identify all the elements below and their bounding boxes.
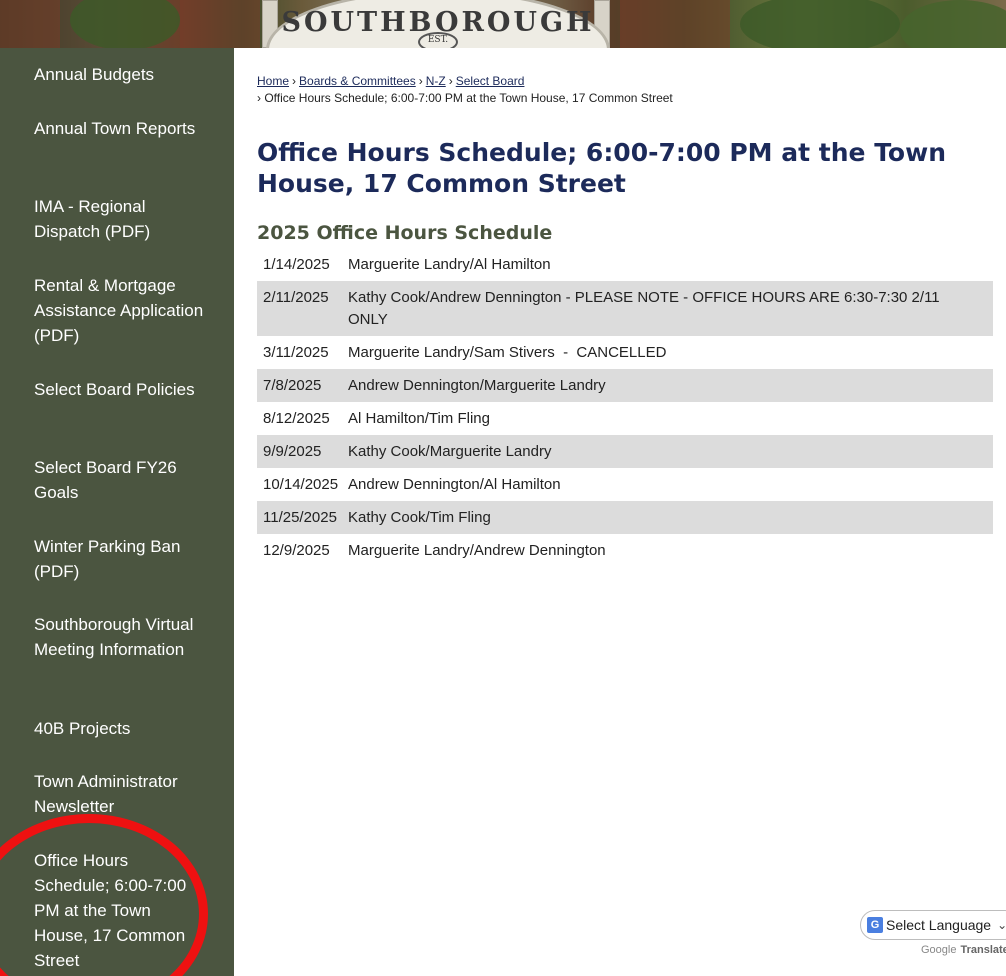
table-row: 7/8/2025 Andrew Dennington/Marguerite La… [257, 369, 993, 402]
table-row: 12/9/2025 Marguerite Landry/Andrew Denni… [257, 534, 993, 567]
banner-brick [0, 0, 60, 48]
table-row: 10/14/2025 Andrew Dennington/Al Hamilton [257, 468, 993, 501]
breadcrumb-separator: › [292, 74, 297, 88]
breadcrumb-separator: › [448, 74, 453, 88]
schedule-names: Marguerite Landry/Andrew Dennington [348, 542, 606, 559]
banner-foliage [70, 0, 180, 48]
table-row: 1/14/2025 Marguerite Landry/Al Hamilton [257, 248, 993, 281]
banner-foliage [900, 0, 1006, 48]
schedule-names: Al Hamilton/Tim Fling [348, 410, 490, 427]
header-banner: SOUTHBOROUGH EST. [0, 0, 1006, 48]
schedule-names: Kathy Cook/Andrew Dennington - PLEASE NO… [348, 289, 940, 328]
breadcrumb-current: › Office Hours Schedule; 6:00-7:00 PM at… [257, 91, 673, 105]
table-row: 2/11/2025 Kathy Cook/Andrew Dennington -… [257, 281, 993, 336]
schedule-names: Andrew Dennington/Marguerite Landry [348, 377, 606, 394]
schedule-date: 1/14/2025 [263, 256, 330, 273]
breadcrumb-boards-link[interactable]: Boards & Committees [299, 74, 416, 88]
sidebar-item-select-board-policies[interactable]: Select Board Policies [34, 377, 214, 402]
section-title: 2025 Office Hours Schedule [257, 222, 553, 244]
language-select-label: Select Language [886, 917, 992, 933]
banner-brick [180, 0, 260, 48]
banner-brick [620, 0, 730, 48]
breadcrumb-separator: › [418, 74, 423, 88]
sidebar-item-annual-budgets[interactable]: Annual Budgets [34, 62, 214, 87]
table-row: 9/9/2025 Kathy Cook/Marguerite Landry [257, 435, 993, 468]
sidebar-item-ima-regional-dispatch[interactable]: IMA - Regional Dispatch (PDF) [34, 194, 214, 244]
schedule-date: 10/14/2025 [263, 476, 339, 493]
schedule-names: Marguerite Landry/Sam Stivers - CANCELLE… [348, 344, 667, 361]
schedule-names: Andrew Dennington/Al Hamilton [348, 476, 561, 493]
table-row: 11/25/2025 Kathy Cook/Tim Fling [257, 501, 993, 534]
breadcrumb-nz-link[interactable]: N-Z [426, 74, 446, 88]
schedule-date: 12/9/2025 [263, 542, 330, 559]
google-translate-icon: G [867, 917, 883, 933]
schedule-date: 2/11/2025 [263, 289, 329, 306]
schedule-date: 9/9/2025 [263, 443, 322, 460]
powered-translate: Translate [960, 944, 1006, 956]
language-select[interactable]: G Select Language ⌄ [860, 910, 1006, 940]
table-row: 8/12/2025 Al Hamilton/Tim Fling [257, 402, 993, 435]
banner-foliage [740, 0, 900, 48]
sidebar-item-winter-parking-ban[interactable]: Winter Parking Ban (PDF) [34, 534, 214, 584]
sidebar-item-rental-mortgage-assistance[interactable]: Rental & Mortgage Assistance Application… [34, 273, 214, 348]
schedule-names: Kathy Cook/Tim Fling [348, 509, 491, 526]
chevron-down-icon: ⌄ [997, 918, 1006, 932]
table-row: 3/11/2025 Marguerite Landry/Sam Stivers … [257, 336, 993, 369]
sidebar-item-virtual-meeting-info[interactable]: Southborough Virtual Meeting Information [34, 612, 214, 662]
schedule-date: 3/11/2025 [263, 344, 329, 361]
page-title: Office Hours Schedule; 6:00-7:00 PM at t… [257, 138, 947, 198]
breadcrumb-select-board-link[interactable]: Select Board [456, 74, 525, 88]
schedule-names: Kathy Cook/Marguerite Landry [348, 443, 552, 460]
sidebar-item-annual-town-reports[interactable]: Annual Town Reports [34, 116, 214, 141]
powered-google: Google [921, 944, 957, 956]
town-sign-est: EST. [418, 32, 458, 48]
sidebar-item-select-board-fy26-goals[interactable]: Select Board FY26 Goals [34, 455, 214, 505]
breadcrumb-home-link[interactable]: Home [257, 74, 289, 88]
schedule-names: Marguerite Landry/Al Hamilton [348, 256, 551, 273]
schedule-date: 7/8/2025 [263, 377, 322, 394]
breadcrumb: Home › Boards & Committees › N-Z › Select Boar… [257, 72, 524, 90]
schedule-date: 8/12/2025 [263, 410, 330, 427]
schedule-date: 11/25/2025 [263, 509, 337, 526]
sidebar-item-40b-projects[interactable]: 40B Projects [34, 716, 214, 741]
powered-by-google-translate[interactable]: Google Translate [921, 944, 1006, 956]
sidebar-item-town-administrator-newsletter[interactable]: Town Administrator Newsletter [34, 769, 214, 819]
schedule-table: 1/14/2025 Marguerite Landry/Al Hamilton … [257, 248, 993, 567]
